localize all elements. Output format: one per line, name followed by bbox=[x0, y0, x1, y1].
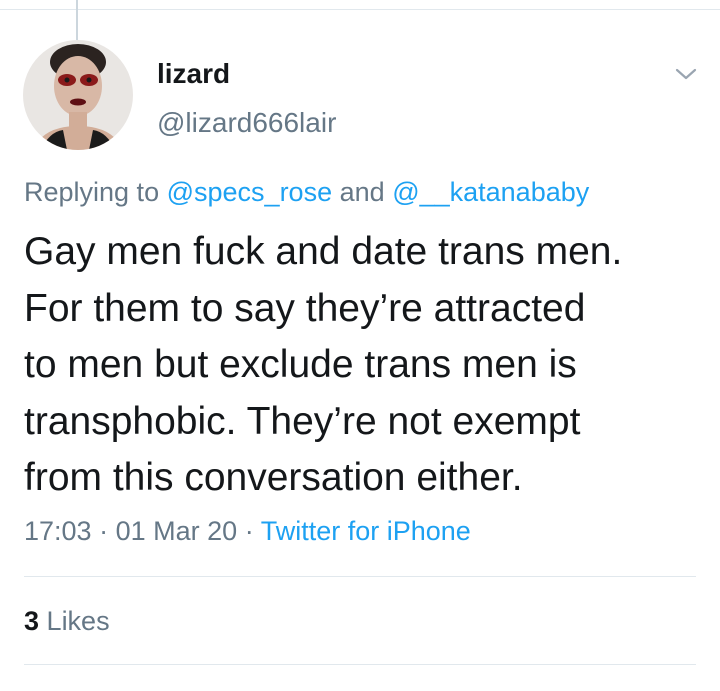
reply-prefix: Replying to bbox=[24, 177, 160, 207]
user-avatar-icon bbox=[23, 40, 133, 150]
reply-joiner: and bbox=[339, 177, 385, 207]
tweet-client-link[interactable]: Twitter for iPhone bbox=[261, 516, 471, 546]
reply-context: Replying to @specs_rose and @__katanabab… bbox=[24, 174, 589, 210]
chevron-down-icon[interactable] bbox=[674, 62, 698, 86]
author-handle[interactable]: @lizard666lair bbox=[157, 106, 336, 140]
likes-count: 3 bbox=[24, 606, 40, 636]
divider bbox=[24, 576, 696, 577]
divider bbox=[24, 664, 696, 665]
likes-label: Likes bbox=[46, 606, 110, 636]
mention-link-1[interactable]: @specs_rose bbox=[167, 177, 332, 207]
tweet-time: 17:03 bbox=[24, 516, 92, 546]
author-avatar[interactable] bbox=[23, 40, 133, 150]
tweet-metadata: 17:03 · 01 Mar 20 · Twitter for iPhone bbox=[24, 513, 471, 549]
tweet-date: 01 Mar 20 bbox=[115, 516, 238, 546]
likes-stat[interactable]: 3 Likes bbox=[24, 603, 110, 639]
author-display-name[interactable]: lizard bbox=[157, 57, 230, 91]
thread-top-border bbox=[0, 9, 720, 10]
thread-connector-line bbox=[76, 0, 78, 40]
tweet-body: Gay men fuck and date trans men. For the… bbox=[24, 230, 623, 500]
mention-link-2[interactable]: @__katanababy bbox=[392, 177, 589, 207]
meta-separator: · bbox=[244, 516, 254, 546]
meta-separator: · bbox=[99, 516, 109, 546]
